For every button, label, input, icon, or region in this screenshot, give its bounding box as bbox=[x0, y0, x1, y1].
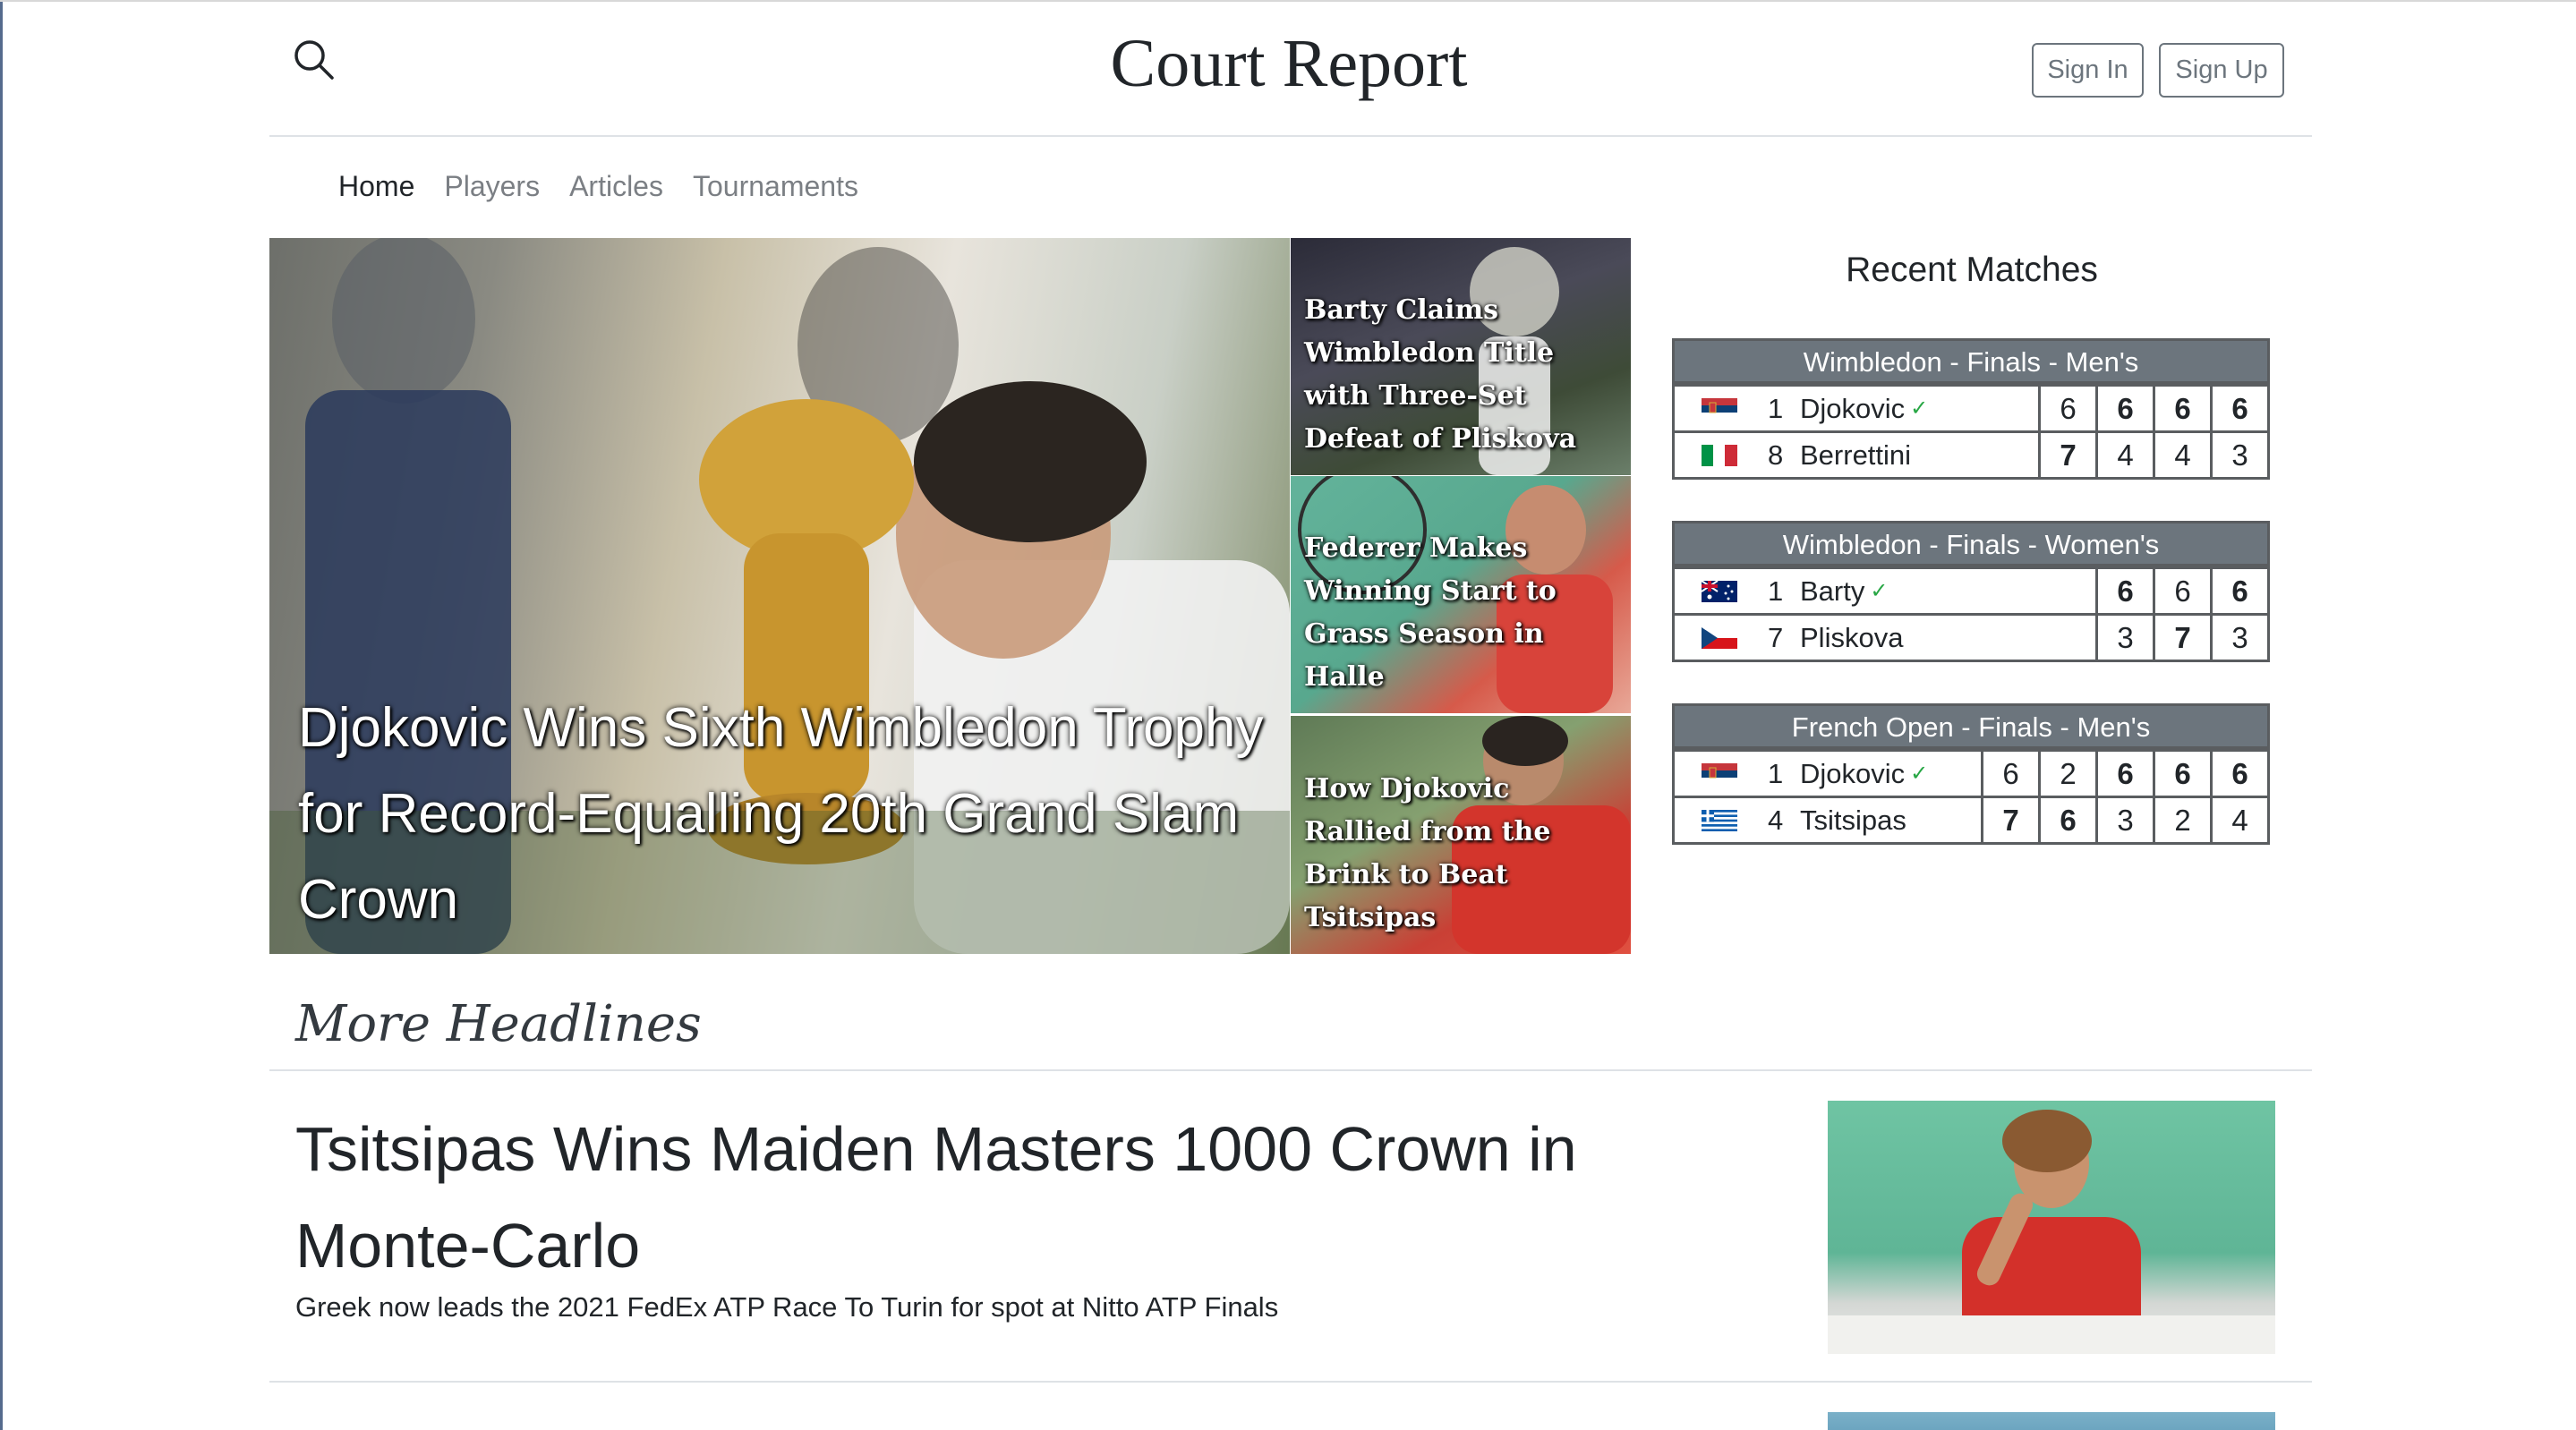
player-cell: 1 Djokovic ✓ bbox=[1675, 752, 1981, 796]
set-score: 3 bbox=[2210, 616, 2267, 660]
checkmark-icon: ✓ bbox=[1870, 579, 1889, 603]
serbia-flag-icon bbox=[1702, 762, 1737, 785]
set-score: 6 bbox=[2095, 752, 2153, 796]
player-seed: 4 bbox=[1768, 804, 1784, 836]
match-card[interactable]: French Open - Finals - Men's 1 Djokovic … bbox=[1672, 703, 2270, 845]
set-score: 6 bbox=[2153, 387, 2210, 430]
recent-matches-title: Recent Matches bbox=[1846, 251, 2098, 289]
side-story-djokovic-tsitsipas[interactable]: How Djokovic Rallied from the Brink to B… bbox=[1291, 716, 1631, 954]
nav-item-articles[interactable]: Articles bbox=[569, 170, 663, 203]
main-nav: Home Players Articles Tournaments bbox=[338, 170, 858, 203]
sign-up-button[interactable]: Sign Up bbox=[2159, 43, 2284, 98]
player-name[interactable]: Berrettini bbox=[1800, 439, 1911, 472]
player-cell: 4 Tsitsipas bbox=[1675, 798, 1981, 842]
set-score: 6 bbox=[1981, 752, 2038, 796]
italy-flag-icon bbox=[1702, 444, 1737, 466]
site-logo[interactable]: Court Report bbox=[895, 25, 1683, 103]
serbia-flag-icon bbox=[1702, 397, 1737, 420]
player-cell: 7 Pliskova bbox=[1675, 616, 2095, 660]
article-photo bbox=[1828, 1110, 2275, 1354]
set-score: 2 bbox=[2153, 798, 2210, 842]
set-score: 6 bbox=[2038, 387, 2095, 430]
match-heading: French Open - Finals - Men's bbox=[1675, 706, 2267, 749]
match-row: 1 Djokovic ✓ 6 6 6 6 bbox=[1675, 384, 2267, 430]
czech-flag-icon bbox=[1702, 626, 1737, 649]
set-score: 6 bbox=[2153, 569, 2210, 613]
article-thumbnail[interactable] bbox=[1828, 1101, 2275, 1354]
match-row: 4 Tsitsipas 7 6 3 2 4 bbox=[1675, 796, 2267, 842]
greece-flag-icon bbox=[1702, 809, 1737, 831]
set-score: 3 bbox=[2210, 433, 2267, 477]
article-headline[interactable]: Tsitsipas Wins Maiden Masters 1000 Crown… bbox=[295, 1101, 1727, 1294]
player-name[interactable]: Djokovic bbox=[1800, 758, 1905, 790]
checkmark-icon: ✓ bbox=[1910, 762, 1929, 786]
set-score: 4 bbox=[2210, 798, 2267, 842]
player-cell: 1 Djokovic ✓ bbox=[1675, 387, 2038, 430]
australia-flag-icon bbox=[1702, 580, 1737, 602]
side-story-title[interactable]: Federer Makes Winning Start to Grass Sea… bbox=[1304, 527, 1622, 699]
player-seed: 1 bbox=[1768, 757, 1784, 789]
set-score: 3 bbox=[2095, 798, 2153, 842]
side-story-federer[interactable]: Federer Makes Winning Start to Grass Sea… bbox=[1291, 476, 1631, 713]
side-story-title[interactable]: How Djokovic Rallied from the Brink to B… bbox=[1304, 768, 1622, 940]
set-score: 4 bbox=[2095, 433, 2153, 477]
sign-in-button[interactable]: Sign In bbox=[2032, 43, 2144, 98]
match-heading: Wimbledon - Finals - Women's bbox=[1675, 523, 2267, 566]
article-thumbnail[interactable] bbox=[1828, 1412, 2275, 1430]
player-seed: 7 bbox=[1768, 621, 1784, 653]
header-divider bbox=[269, 135, 2312, 137]
match-heading: Wimbledon - Finals - Men's bbox=[1675, 341, 2267, 384]
nav-item-players[interactable]: Players bbox=[444, 170, 540, 203]
article-divider bbox=[269, 1381, 2312, 1383]
set-score: 6 bbox=[2038, 798, 2095, 842]
player-seed: 1 bbox=[1768, 392, 1784, 424]
player-name[interactable]: Pliskova bbox=[1800, 622, 1903, 654]
player-seed: 1 bbox=[1768, 575, 1784, 607]
set-score: 6 bbox=[2210, 387, 2267, 430]
set-score: 4 bbox=[2153, 433, 2210, 477]
window-top-edge bbox=[0, 0, 2576, 2]
player-cell: 1 Barty ✓ bbox=[1675, 569, 2095, 613]
search-icon[interactable] bbox=[292, 38, 337, 82]
set-score: 6 bbox=[2210, 569, 2267, 613]
player-name[interactable]: Djokovic bbox=[1800, 393, 1905, 425]
set-score: 7 bbox=[2153, 616, 2210, 660]
player-name[interactable]: Tsitsipas bbox=[1800, 804, 1906, 837]
checkmark-icon: ✓ bbox=[1910, 396, 1929, 421]
set-score: 3 bbox=[2095, 616, 2153, 660]
match-row: 7 Pliskova 3 7 3 bbox=[1675, 613, 2267, 660]
nav-item-home[interactable]: Home bbox=[338, 170, 414, 203]
set-score: 6 bbox=[2210, 752, 2267, 796]
side-story-barty[interactable]: Barty Claims Wimbledon Title with Three-… bbox=[1291, 238, 1631, 475]
set-score: 6 bbox=[2153, 752, 2210, 796]
page: Court Report Sign In Sign Up Home Player… bbox=[0, 0, 2576, 1430]
set-score: 6 bbox=[2095, 569, 2153, 613]
set-score: 7 bbox=[1981, 798, 2038, 842]
nav-item-tournaments[interactable]: Tournaments bbox=[693, 170, 858, 203]
more-headlines-title: More Headlines bbox=[295, 995, 702, 1053]
player-seed: 8 bbox=[1768, 438, 1784, 471]
section-divider bbox=[269, 1069, 2312, 1071]
player-cell: 8 Berrettini bbox=[1675, 433, 2038, 477]
match-row: 1 Barty ✓ 6 6 6 bbox=[1675, 566, 2267, 613]
player-name[interactable]: Barty bbox=[1800, 575, 1864, 608]
match-card[interactable]: Wimbledon - Finals - Men's 1 Djokovic ✓ … bbox=[1672, 338, 2270, 480]
hero-story[interactable]: Djokovic Wins Sixth Wimbledon Trophy for… bbox=[269, 238, 1290, 954]
set-score: 7 bbox=[2038, 433, 2095, 477]
set-score: 6 bbox=[2095, 387, 2153, 430]
hero-headline[interactable]: Djokovic Wins Sixth Wimbledon Trophy for… bbox=[298, 685, 1265, 943]
side-story-title[interactable]: Barty Claims Wimbledon Title with Three-… bbox=[1304, 289, 1622, 461]
window-edge bbox=[0, 0, 3, 1430]
match-row: 8 Berrettini 7 4 4 3 bbox=[1675, 430, 2267, 477]
match-card[interactable]: Wimbledon - Finals - Women's 1 Barty ✓ 6… bbox=[1672, 521, 2270, 662]
set-score: 2 bbox=[2038, 752, 2095, 796]
article-subtitle: Greek now leads the 2021 FedEx ATP Race … bbox=[295, 1291, 1279, 1323]
match-row: 1 Djokovic ✓ 6 2 6 6 6 bbox=[1675, 749, 2267, 796]
